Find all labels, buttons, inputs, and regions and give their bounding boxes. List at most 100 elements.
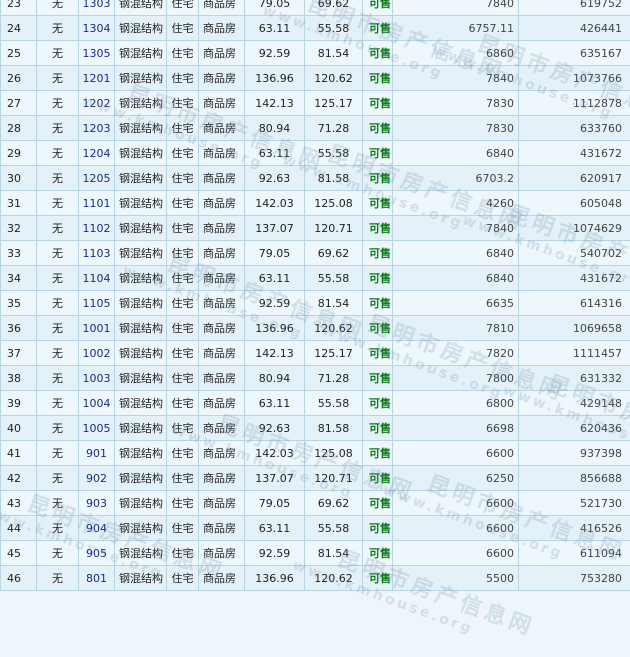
cell-area: 136.96 — [245, 566, 305, 591]
cell-total: 635167 — [519, 41, 630, 66]
cell-price: 6840 — [393, 141, 519, 166]
cell-idx: 24 — [1, 16, 37, 41]
cell-inner: 69.62 — [305, 241, 363, 266]
cell-none: 无 — [37, 441, 79, 466]
cell-idx: 35 — [1, 291, 37, 316]
cell-structure: 钢混结构 — [115, 316, 167, 341]
cell-inner: 55.58 — [305, 266, 363, 291]
cell-price: 7800 — [393, 366, 519, 391]
cell-idx: 30 — [1, 166, 37, 191]
table-row: 31无1101钢混结构住宅商品房142.03125.08可售4260605048 — [1, 191, 630, 216]
cell-inner: 69.62 — [305, 0, 363, 16]
cell-status: 可售 — [363, 191, 393, 216]
cell-area: 63.11 — [245, 141, 305, 166]
cell-none: 无 — [37, 241, 79, 266]
cell-status: 可售 — [363, 66, 393, 91]
table-row: 43无903钢混结构住宅商品房79.0569.62可售6600521730 — [1, 491, 630, 516]
cell-total: 1074629 — [519, 216, 630, 241]
cell-structure: 钢混结构 — [115, 391, 167, 416]
cell-type: 商品房 — [199, 266, 245, 291]
cell-status: 可售 — [363, 341, 393, 366]
cell-inner: 120.62 — [305, 316, 363, 341]
cell-area: 79.05 — [245, 241, 305, 266]
cell-structure: 钢混结构 — [115, 416, 167, 441]
cell-total: 937398 — [519, 441, 630, 466]
cell-type: 商品房 — [199, 466, 245, 491]
cell-price: 7830 — [393, 91, 519, 116]
cell-structure: 钢混结构 — [115, 541, 167, 566]
cell-status: 可售 — [363, 566, 393, 591]
cell-type: 商品房 — [199, 16, 245, 41]
table-row: 40无1005钢混结构住宅商品房92.6381.58可售6698620436 — [1, 416, 630, 441]
cell-type: 商品房 — [199, 191, 245, 216]
cell-status: 可售 — [363, 16, 393, 41]
cell-status: 可售 — [363, 491, 393, 516]
table-row: 25无1305钢混结构住宅商品房92.5981.54可售6860635167 — [1, 41, 630, 66]
cell-use: 住宅 — [167, 491, 199, 516]
cell-inner: 125.17 — [305, 91, 363, 116]
cell-structure: 钢混结构 — [115, 516, 167, 541]
cell-room: 905 — [79, 541, 115, 566]
cell-use: 住宅 — [167, 0, 199, 16]
table-row: 24无1304钢混结构住宅商品房63.1155.58可售6757.1142644… — [1, 16, 630, 41]
cell-use: 住宅 — [167, 441, 199, 466]
cell-inner: 120.71 — [305, 216, 363, 241]
cell-price: 7830 — [393, 116, 519, 141]
cell-none: 无 — [37, 141, 79, 166]
cell-idx: 39 — [1, 391, 37, 416]
cell-room: 1105 — [79, 291, 115, 316]
cell-none: 无 — [37, 291, 79, 316]
cell-area: 92.63 — [245, 416, 305, 441]
cell-inner: 120.71 — [305, 466, 363, 491]
cell-room: 1305 — [79, 41, 115, 66]
cell-use: 住宅 — [167, 541, 199, 566]
table-row: 45无905钢混结构住宅商品房92.5981.54可售6600611094 — [1, 541, 630, 566]
cell-room: 1103 — [79, 241, 115, 266]
cell-idx: 27 — [1, 91, 37, 116]
cell-none: 无 — [37, 116, 79, 141]
cell-use: 住宅 — [167, 516, 199, 541]
cell-idx: 34 — [1, 266, 37, 291]
cell-total: 619752 — [519, 0, 630, 16]
cell-idx: 32 — [1, 216, 37, 241]
cell-idx: 25 — [1, 41, 37, 66]
cell-price: 6703.2 — [393, 166, 519, 191]
cell-inner: 55.58 — [305, 516, 363, 541]
cell-idx: 43 — [1, 491, 37, 516]
cell-room: 1205 — [79, 166, 115, 191]
cell-room: 801 — [79, 566, 115, 591]
cell-price: 6757.11 — [393, 16, 519, 41]
cell-none: 无 — [37, 491, 79, 516]
cell-room: 904 — [79, 516, 115, 541]
table-row: 35无1105钢混结构住宅商品房92.5981.54可售6635614316 — [1, 291, 630, 316]
cell-type: 商品房 — [199, 166, 245, 191]
cell-structure: 钢混结构 — [115, 341, 167, 366]
cell-idx: 33 — [1, 241, 37, 266]
cell-status: 可售 — [363, 366, 393, 391]
cell-inner: 81.54 — [305, 41, 363, 66]
cell-none: 无 — [37, 466, 79, 491]
cell-total: 431672 — [519, 266, 630, 291]
cell-total: 631332 — [519, 366, 630, 391]
cell-inner: 120.62 — [305, 66, 363, 91]
cell-inner: 55.58 — [305, 391, 363, 416]
cell-price: 6635 — [393, 291, 519, 316]
cell-use: 住宅 — [167, 141, 199, 166]
cell-idx: 46 — [1, 566, 37, 591]
cell-type: 商品房 — [199, 291, 245, 316]
cell-structure: 钢混结构 — [115, 366, 167, 391]
cell-type: 商品房 — [199, 241, 245, 266]
cell-inner: 69.62 — [305, 491, 363, 516]
cell-use: 住宅 — [167, 566, 199, 591]
cell-structure: 钢混结构 — [115, 441, 167, 466]
cell-idx: 31 — [1, 191, 37, 216]
cell-price: 6600 — [393, 441, 519, 466]
cell-type: 商品房 — [199, 366, 245, 391]
cell-area: 79.05 — [245, 491, 305, 516]
table-row: 44无904钢混结构住宅商品房63.1155.58可售6600416526 — [1, 516, 630, 541]
cell-area: 63.11 — [245, 266, 305, 291]
cell-area: 142.03 — [245, 441, 305, 466]
cell-price: 7810 — [393, 316, 519, 341]
cell-idx: 37 — [1, 341, 37, 366]
cell-total: 540702 — [519, 241, 630, 266]
